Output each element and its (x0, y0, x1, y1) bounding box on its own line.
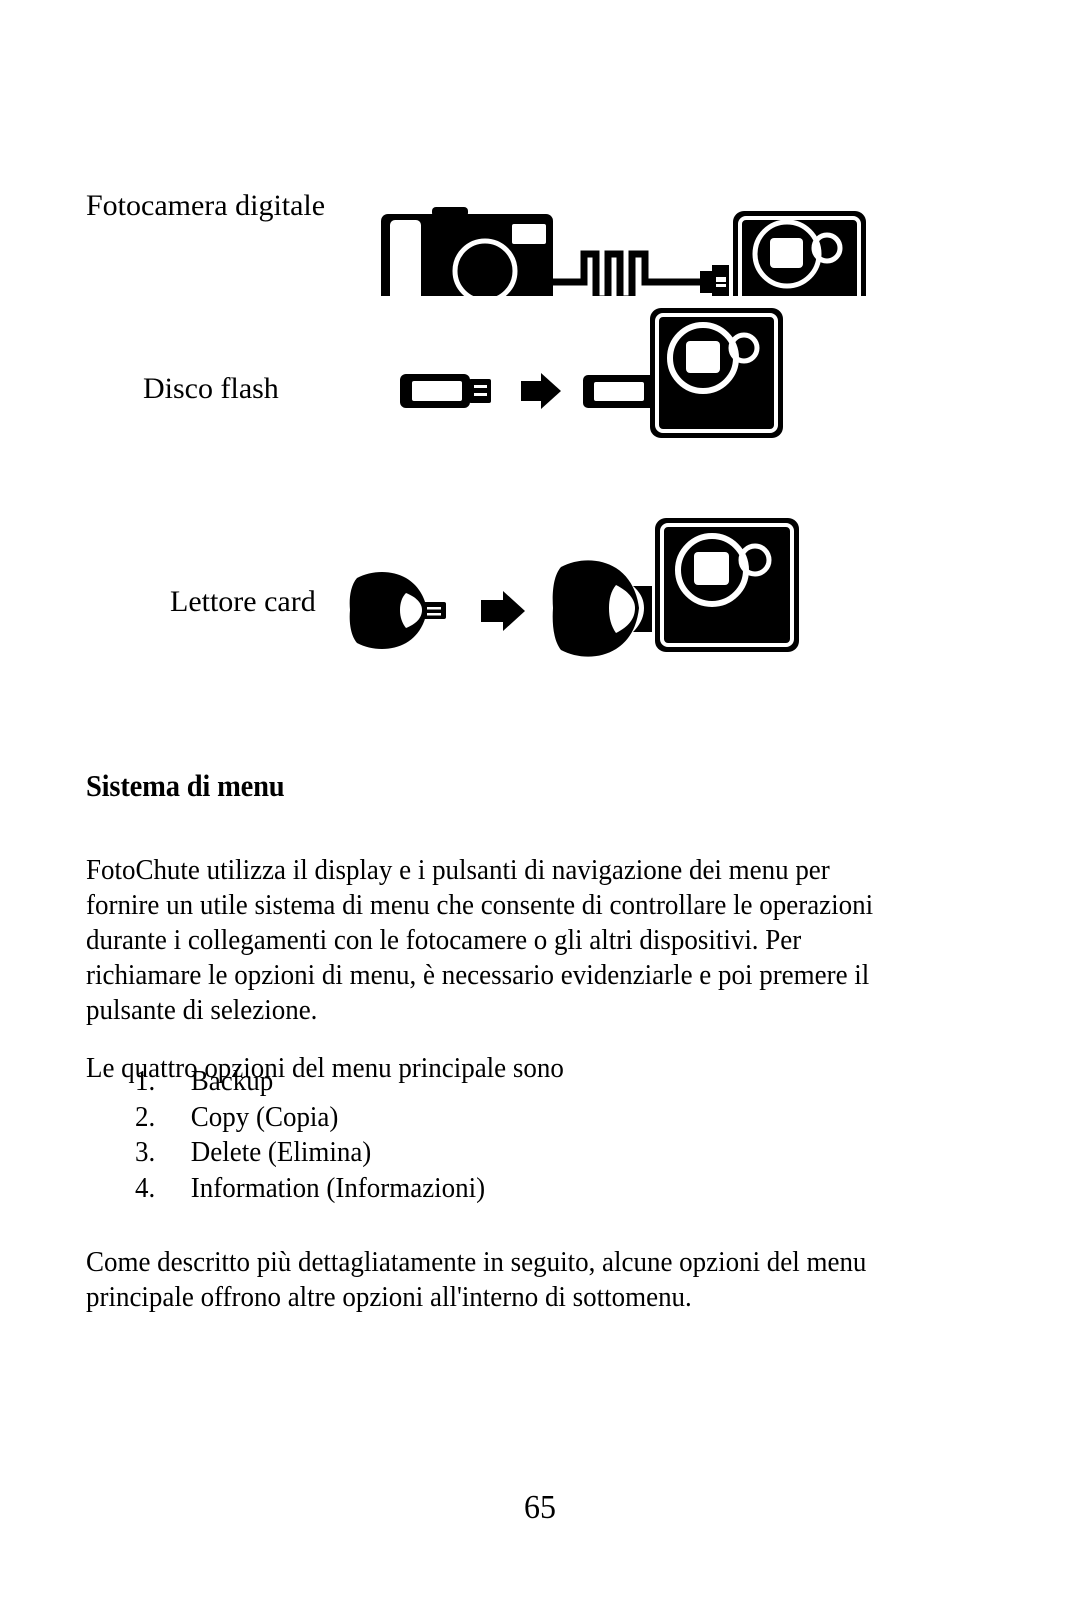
digital-camera-icon (381, 207, 553, 296)
list-item-label: Copy (Copia) (190, 1100, 339, 1133)
list-item-number: 2. (135, 1100, 156, 1133)
right-arrow-icon (481, 591, 525, 631)
flash-disk-connection-artwork (400, 308, 783, 438)
list-item-label: Delete (Elimina) (190, 1136, 372, 1168)
list-item-number: 4. (135, 1171, 156, 1204)
diagram-row-digital-camera: Fotocamera digitale (0, 96, 1080, 296)
page-number: 65 (524, 1489, 556, 1526)
card-reader-connection-artwork (349, 518, 799, 657)
flash-drive-inserted-icon (583, 375, 655, 408)
usb-connector-icon (700, 265, 729, 296)
list-item: 1. Backup (135, 1064, 786, 1100)
card-reader-inserted-icon (552, 560, 652, 657)
document-page: Fotocamera digitale Disco flash Lettore … (0, 0, 1080, 1619)
menu-options-list: 1. Backup 2. Copy (Copia) 3. Delete (Eli… (135, 1064, 786, 1206)
list-item-label: Information (Informazioni) (190, 1171, 486, 1204)
card-reader-icon (349, 572, 446, 649)
fotochute-device-icon (655, 518, 799, 652)
list-item-label: Backup (190, 1065, 274, 1097)
list-item-number: 1. (135, 1065, 156, 1097)
right-arrow-icon (521, 373, 561, 409)
fotochute-device-icon (650, 308, 783, 438)
list-item: 3. Delete (Elimina) (135, 1135, 786, 1171)
fotochute-device-icon (733, 211, 866, 296)
diagram-row-flash-disk: Disco flash (0, 296, 1080, 496)
digital-camera-connection-artwork (381, 207, 866, 296)
diagram-row-card-reader: Lettore card (0, 500, 1080, 700)
usb-cable-icon (553, 250, 700, 296)
flash-drive-icon (400, 374, 491, 408)
list-item: 4. Information (Informazioni) (135, 1171, 786, 1207)
section-heading: Sistema di menu (86, 767, 285, 803)
paragraph-intro: FotoChute utilizza il display e i pulsan… (86, 854, 874, 1026)
list-item: 2. Copy (Copia) (135, 1100, 786, 1136)
list-item-number: 3. (135, 1136, 156, 1168)
paragraph-submenu: Come descritto più dettagliatamente in s… (86, 1246, 867, 1313)
